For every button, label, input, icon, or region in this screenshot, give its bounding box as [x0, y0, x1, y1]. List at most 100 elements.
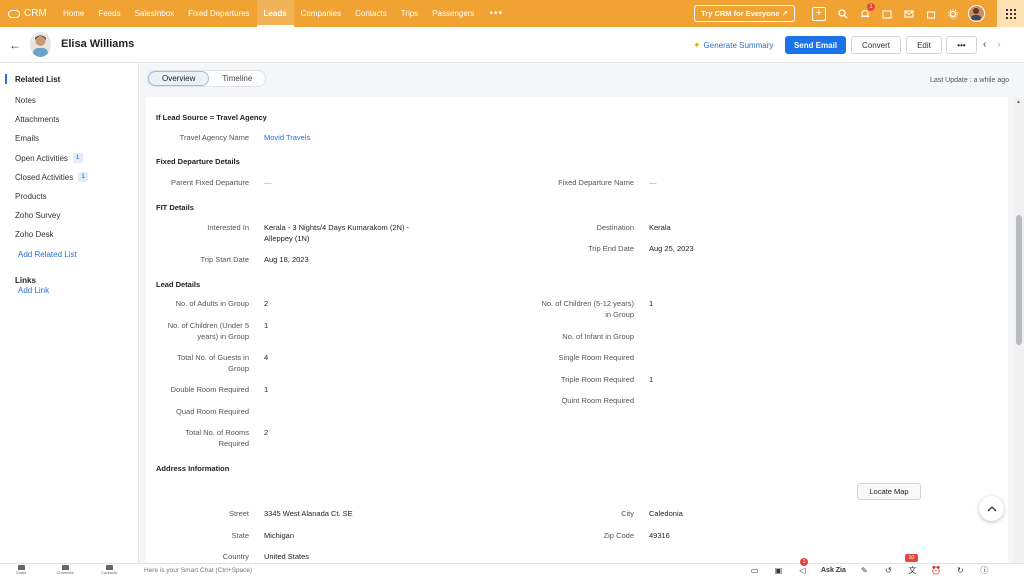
search-icon[interactable] — [837, 8, 848, 19]
field-value-interested-in-line2[interactable]: Alleppey (1N) — [264, 233, 309, 244]
recent-icon[interactable]: ↻ — [955, 565, 966, 575]
field-value-fixed-departure-name[interactable]: — — [649, 177, 657, 188]
field-value-children-under5[interactable]: 1 — [264, 320, 268, 331]
field-value-parent-fixed-departure[interactable]: — — [264, 177, 272, 188]
mail-icon[interactable] — [903, 8, 914, 19]
nav-salesinbox[interactable]: SalesInbox — [128, 0, 182, 27]
section-title-travel-agency: If Lead Source = Travel Agency — [156, 113, 267, 122]
scroll-to-top-button[interactable] — [979, 496, 1004, 521]
generate-summary-link[interactable]: ✦ Generate Summary — [693, 40, 773, 51]
field-value-triple-room[interactable]: 1 — [649, 374, 653, 385]
field-value-city[interactable]: Caledonia — [649, 508, 683, 519]
alarm-clock-icon[interactable]: ⏰ — [931, 565, 942, 575]
tab-bar: Overview Timeline Last Update : a while … — [139, 63, 1024, 97]
section-title-address: Address Information — [156, 464, 230, 473]
contacts-tool[interactable]: Contacts — [98, 565, 120, 575]
field-value-trip-end-date[interactable]: Aug 25, 2023 — [649, 243, 694, 254]
chats-tool[interactable]: Chats — [10, 565, 32, 575]
nav-links: Home Feeds SalesInbox Fixed Departures L… — [56, 0, 511, 27]
nav-companies[interactable]: Companies — [294, 0, 348, 27]
smart-chat-input[interactable]: Here is your Smart Chat (Ctrl+Space) — [144, 567, 252, 574]
nav-fixed-departures[interactable]: Fixed Departures — [181, 0, 256, 27]
sidebar-item-closed-activities[interactable]: Closed Activities 1 — [15, 172, 88, 182]
sidebar-item-label: Attachments — [15, 115, 60, 124]
tab-overview[interactable]: Overview — [148, 71, 210, 86]
try-crm-button[interactable]: Try CRM for Everyone ↗ — [694, 5, 795, 22]
field-label-adults: No. of Adults in Group — [175, 299, 249, 308]
screen-share-icon[interactable]: ▭ — [749, 565, 760, 575]
section-title-lead-details: Lead Details — [156, 280, 201, 289]
more-actions-button[interactable]: ••• — [946, 36, 977, 54]
history-icon[interactable]: ↺ — [883, 565, 894, 575]
field-label-children-5-12-line1: No. of Children (5-12 years) — [541, 299, 634, 308]
ask-zia-button[interactable]: Ask Zia — [821, 565, 846, 575]
nav-passengers[interactable]: Passengers — [425, 0, 481, 27]
brand[interactable]: CRM — [0, 8, 56, 19]
scroll-up-arrow-icon[interactable]: ▲ — [1016, 99, 1021, 105]
active-marker — [5, 74, 7, 84]
field-value-zip[interactable]: 49316 — [649, 530, 670, 541]
signature-icon[interactable]: ✎ — [859, 565, 870, 575]
field-value-interested-in-line1[interactable]: Kerala - 3 Nights/4 Days Kumarakom (2N) … — [264, 222, 409, 233]
field-label-state: State — [231, 531, 249, 540]
top-nav: CRM Home Feeds SalesInbox Fixed Departur… — [0, 0, 1024, 27]
create-plus-icon[interactable]: + — [812, 6, 826, 21]
field-value-street[interactable]: 3345 West Alanada Ct. SE — [264, 508, 353, 519]
help-icon[interactable]: ⓘ — [979, 565, 990, 575]
convert-button[interactable]: Convert — [851, 36, 901, 54]
bell-icon[interactable]: 1 — [859, 3, 875, 19]
nav-leads[interactable]: Leads — [256, 0, 294, 27]
next-record-icon[interactable]: › — [997, 39, 1000, 50]
calendar-icon[interactable] — [881, 8, 892, 19]
back-arrow-icon[interactable]: ← — [9, 38, 21, 52]
add-related-list-link[interactable]: Add Related List — [18, 250, 77, 259]
nav-trips[interactable]: Trips — [394, 0, 425, 27]
previous-record-icon[interactable]: ‹ — [983, 39, 986, 50]
megaphone-icon[interactable]: ◁ 1 — [797, 558, 808, 575]
app-grid-icon[interactable] — [997, 0, 1024, 27]
field-label-fixed-departure-name: Fixed Departure Name — [558, 178, 634, 187]
scroll-thumb[interactable] — [1016, 215, 1022, 345]
sidebar-item-zoho-survey[interactable]: Zoho Survey — [15, 211, 60, 220]
field-value-country[interactable]: United States — [264, 551, 309, 562]
image-icon[interactable]: ▣ — [773, 565, 784, 575]
field-value-state[interactable]: Michigan — [264, 530, 294, 541]
send-email-button[interactable]: Send Email — [785, 36, 846, 54]
record-header: ← Elisa Williams ✦ Generate Summary Send… — [0, 27, 1024, 63]
sidebar-item-attachments[interactable]: Attachments — [15, 115, 59, 124]
marketplace-icon[interactable] — [925, 8, 936, 19]
field-value-trip-start-date[interactable]: Aug 18, 2023 — [264, 254, 309, 265]
user-avatar[interactable] — [968, 5, 985, 22]
alarm-badge: 10 — [904, 554, 918, 562]
field-value-double-room[interactable]: 1 — [264, 384, 268, 395]
sidebar-item-emails[interactable]: Emails — [15, 134, 39, 143]
field-value-guests[interactable]: 4 — [264, 352, 268, 363]
channels-tool[interactable]: Channels — [54, 565, 76, 575]
sidebar-item-open-activities[interactable]: Open Activities 1 — [15, 153, 83, 163]
translate-icon[interactable]: 文 10 — [904, 554, 918, 575]
add-link-link[interactable]: Add Link — [18, 286, 49, 295]
field-value-travel-agency-name[interactable]: Movid Travels — [264, 132, 310, 143]
related-list-title[interactable]: Related List — [15, 75, 60, 84]
sidebar-item-label: Open Activities — [15, 153, 68, 163]
sidebar-item-label: Closed Activities — [15, 172, 74, 182]
bottom-bar: Chats Channels Contacts Here is your Sma… — [0, 554, 1024, 576]
page-scrollbar[interactable]: ▲ — [1014, 97, 1024, 563]
field-value-total-rooms[interactable]: 2 — [264, 427, 268, 438]
field-value-destination[interactable]: Kerala — [649, 222, 671, 233]
edit-button[interactable]: Edit — [906, 36, 942, 54]
tab-timeline[interactable]: Timeline — [209, 71, 265, 86]
sidebar-item-notes[interactable]: Notes — [15, 96, 36, 105]
locate-map-button[interactable]: Locate Map — [857, 483, 921, 500]
sidebar-item-zoho-desk[interactable]: Zoho Desk — [15, 230, 54, 239]
nav-contacts[interactable]: Contacts — [348, 0, 394, 27]
field-value-children-5-12[interactable]: 1 — [649, 298, 653, 309]
field-label-quint-room: Quint Room Required — [561, 396, 634, 405]
nav-home[interactable]: Home — [56, 0, 91, 27]
nav-feeds[interactable]: Feeds — [91, 0, 127, 27]
field-value-adults[interactable]: 2 — [264, 298, 268, 309]
record-details: If Lead Source = Travel Agency Travel Ag… — [146, 97, 1008, 563]
settings-gear-icon[interactable] — [947, 8, 958, 19]
sidebar-item-products[interactable]: Products — [15, 192, 47, 201]
nav-more-icon[interactable]: ••• — [481, 0, 511, 27]
